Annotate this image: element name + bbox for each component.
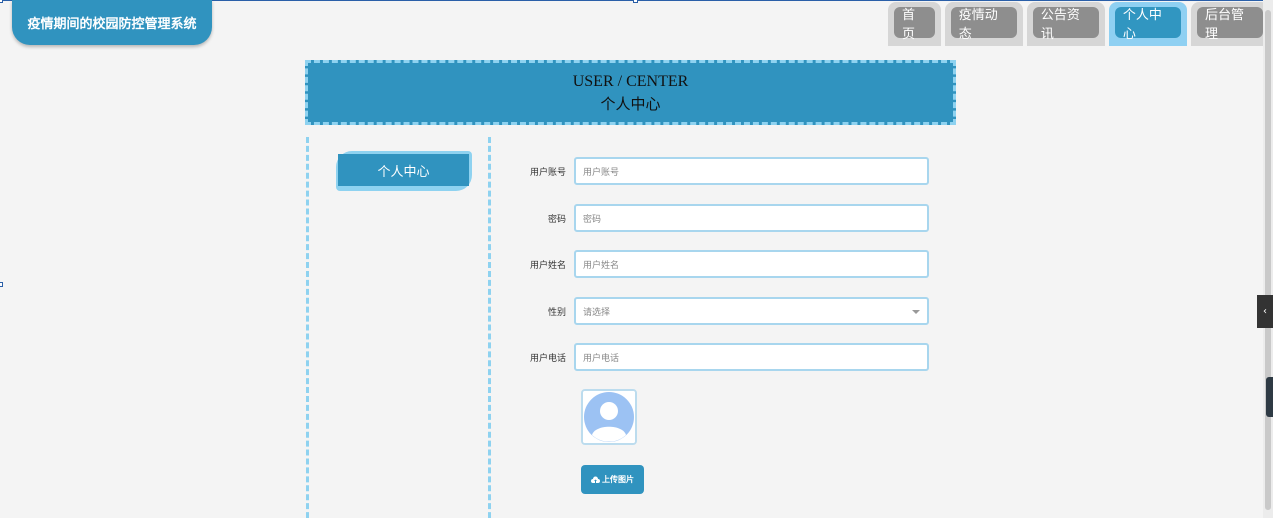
password-placeholder: 密码 [583, 214, 602, 225]
nav-label: 疫情动态 [950, 7, 1017, 42]
main-nav: 首页 疫情动态 公告资讯 个人中心 后台管理 [888, 2, 1273, 46]
name-input[interactable]: 用户姓名 [574, 250, 929, 278]
form-row-phone: 用户电话 用户电话 [510, 342, 940, 372]
default-avatar-icon [583, 391, 635, 443]
avatar[interactable] [581, 389, 637, 445]
side-widget-tab[interactable] [1266, 377, 1273, 417]
form-row-gender: 性别 请选择 [510, 296, 940, 326]
account-label: 用户账号 [529, 167, 566, 178]
upload-button-label: 上传图片 [602, 475, 634, 484]
phone-input[interactable]: 用户电话 [574, 343, 929, 371]
vertical-scrollbar[interactable] [1263, 0, 1273, 518]
selection-handle [0, 0, 3, 3]
nav-label: 首页 [894, 7, 935, 42]
nav-item-personal-center[interactable]: 个人中心 [1108, 2, 1187, 46]
sidebar-item-label: 个人中心 [338, 154, 469, 186]
password-label: 密码 [547, 214, 566, 225]
banner-title-cn: 个人中心 [600, 95, 661, 113]
gender-select[interactable]: 请选择 [574, 297, 929, 325]
banner-title-en: USER / CENTER [572, 73, 689, 90]
nav-item-admin[interactable]: 后台管理 [1190, 2, 1269, 46]
chevron-left-icon[interactable]: ‹ [1257, 295, 1273, 328]
nav-item-announcements[interactable]: 公告资讯 [1026, 2, 1105, 46]
nav-label: 公告资讯 [1032, 7, 1099, 42]
name-label: 用户姓名 [529, 260, 566, 271]
form-row-name: 用户姓名 用户姓名 [510, 249, 940, 279]
scrollbar-thumb[interactable] [1265, 10, 1271, 510]
form-row-password: 密码 密码 [510, 203, 940, 233]
gender-label: 性别 [547, 307, 566, 318]
form-row-account: 用户账号 用户账号 [510, 156, 940, 186]
nav-item-home[interactable]: 首页 [888, 2, 941, 46]
password-input[interactable]: 密码 [574, 204, 929, 232]
account-input[interactable]: 用户账号 [574, 157, 929, 185]
phone-placeholder: 用户电话 [583, 353, 620, 364]
nav-label: 个人中心 [1114, 7, 1181, 42]
chevron-down-icon [912, 310, 920, 314]
selection-handle [0, 282, 3, 287]
cloud-upload-icon [591, 476, 600, 483]
nav-label: 后台管理 [1196, 7, 1263, 42]
account-placeholder: 用户账号 [583, 167, 620, 178]
sidebar: 个人中心 [306, 137, 491, 518]
gender-placeholder: 请选择 [583, 307, 611, 318]
site-title: 疫情期间的校园防控管理系统 [27, 17, 197, 32]
selection-handle [633, 0, 638, 3]
phone-label: 用户电话 [529, 353, 566, 364]
name-placeholder: 用户姓名 [583, 260, 620, 271]
upload-image-button[interactable]: 上传图片 [581, 465, 644, 494]
page-banner: USER / CENTER 个人中心 [305, 60, 956, 125]
sidebar-item-personal-center[interactable]: 个人中心 [336, 151, 472, 191]
site-logo[interactable]: 疫情期间的校园防控管理系统 [12, 0, 212, 45]
nav-item-epidemic-news[interactable]: 疫情动态 [944, 2, 1023, 46]
